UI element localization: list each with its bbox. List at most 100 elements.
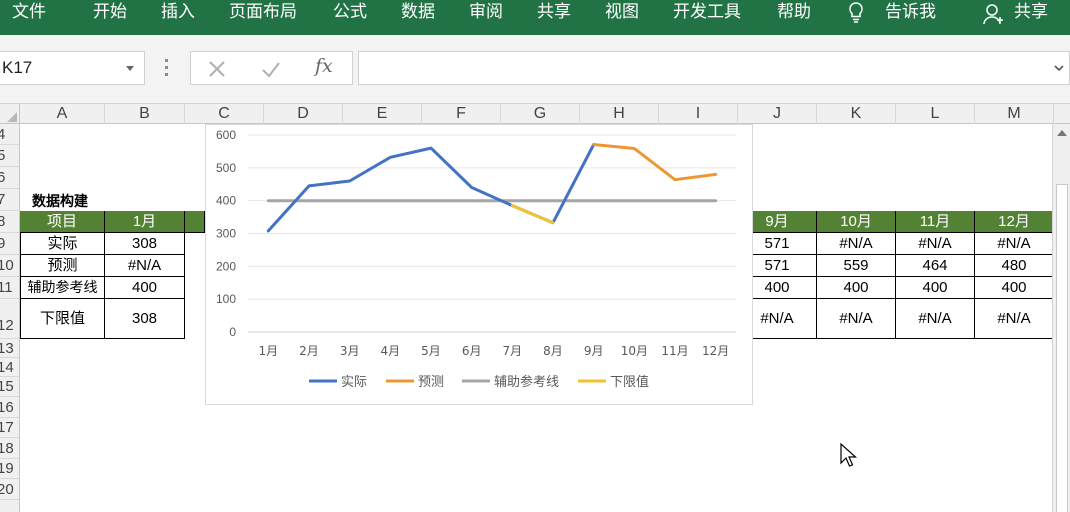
header-cell[interactable] xyxy=(185,211,205,233)
select-all-button[interactable] xyxy=(0,104,20,124)
check-icon[interactable] xyxy=(259,57,283,81)
data-cell[interactable]: #N/A xyxy=(105,255,185,277)
column-header[interactable]: J xyxy=(738,104,817,124)
name-box-value: K17 xyxy=(2,58,33,77)
x-tick-label: 11月 xyxy=(661,344,688,358)
x-tick-label: 4月 xyxy=(381,344,401,358)
insert-function-button[interactable]: fx xyxy=(315,55,339,79)
formula-input[interactable] xyxy=(358,51,1070,85)
y-tick-label: 600 xyxy=(216,128,236,142)
column-header[interactable]: B xyxy=(105,104,185,124)
column-header[interactable]: M xyxy=(975,104,1054,124)
x-tick-label: 7月 xyxy=(503,344,523,358)
y-tick-label: 0 xyxy=(229,325,236,339)
column-header[interactable]: K xyxy=(817,104,896,124)
column-header[interactable]: C xyxy=(185,104,264,124)
data-cell[interactable]: 400 xyxy=(975,277,1052,299)
row-header[interactable]: 16 xyxy=(0,397,19,418)
x-tick-label: 10月 xyxy=(621,344,648,358)
header-cell[interactable]: 11月 xyxy=(896,211,975,233)
row-label-cell[interactable]: 预测 xyxy=(20,255,105,277)
x-tick-label: 2月 xyxy=(299,344,319,358)
data-cell[interactable]: #N/A xyxy=(817,233,896,255)
tab-insert[interactable]: 插入 xyxy=(161,0,195,26)
data-cell[interactable]: #N/A xyxy=(817,299,896,339)
row-label-cell[interactable]: 下限值 xyxy=(20,299,105,339)
tell-me-search[interactable]: 告诉我 xyxy=(885,0,936,26)
column-header[interactable]: G xyxy=(501,104,580,124)
legend-label: 实际 xyxy=(341,375,367,390)
tab-share[interactable]: 共享 xyxy=(537,0,571,26)
formula-buttons: fx xyxy=(190,51,353,85)
header-cell[interactable]: 1月 xyxy=(105,211,185,233)
tab-home[interactable]: 开始 xyxy=(93,0,127,26)
data-cell[interactable]: #N/A xyxy=(975,233,1052,255)
chart-canvas: 0 100 200 300 400 500 600 1月 2月 3月 4月 5月 6月 7月 8月 9月 10月… xyxy=(216,128,736,390)
row-header[interactable]: 17 xyxy=(0,418,19,438)
row-header[interactable]: 20 xyxy=(0,479,19,500)
header-cell[interactable]: 12月 xyxy=(975,211,1052,233)
row-header[interactable]: 5 xyxy=(0,145,19,167)
row-header[interactable]: 8 xyxy=(0,211,19,233)
column-header[interactable]: L xyxy=(896,104,975,124)
name-box[interactable]: K17 xyxy=(0,51,145,85)
row-header[interactable]: 14 xyxy=(0,358,19,377)
tab-developer[interactable]: 开发工具 xyxy=(673,0,741,26)
data-cell[interactable]: 400 xyxy=(105,277,185,299)
header-cell[interactable]: 项目 xyxy=(20,211,105,233)
row-header[interactable]: 18 xyxy=(0,438,19,459)
data-cell[interactable]: 400 xyxy=(817,277,896,299)
line-chart[interactable]: 0 100 200 300 400 500 600 1月 2月 3月 4月 5月 6月 7月 8月 9月 10月… xyxy=(205,124,753,405)
scroll-thumb[interactable] xyxy=(1056,184,1068,512)
header-cell[interactable]: 10月 xyxy=(817,211,896,233)
x-tick-label: 9月 xyxy=(584,344,604,358)
data-cell[interactable]: #N/A xyxy=(896,233,975,255)
chevron-down-icon[interactable] xyxy=(126,66,134,71)
expand-chevron-icon[interactable] xyxy=(1053,62,1065,74)
column-header[interactable]: I xyxy=(659,104,738,124)
row-label-cell[interactable]: 实际 xyxy=(20,233,105,255)
tab-page-layout[interactable]: 页面布局 xyxy=(229,0,297,26)
data-cell[interactable]: 559 xyxy=(817,255,896,277)
tab-file[interactable]: 文件 xyxy=(12,0,46,26)
formula-bar-area: K17 fx xyxy=(0,35,1070,104)
tab-formulas[interactable]: 公式 xyxy=(333,0,367,26)
tab-review[interactable]: 审阅 xyxy=(469,0,503,26)
data-cell[interactable]: 480 xyxy=(975,255,1052,277)
row-header[interactable]: 11 xyxy=(0,277,19,299)
data-cell[interactable]: 308 xyxy=(105,233,185,255)
column-header[interactable]: A xyxy=(20,104,105,124)
close-icon[interactable] xyxy=(205,57,229,81)
scroll-up-icon[interactable] xyxy=(1057,130,1067,136)
tab-data[interactable]: 数据 xyxy=(401,0,435,26)
row-header[interactable]: 9 xyxy=(0,233,19,255)
row-header[interactable]: 13 xyxy=(0,339,19,358)
data-cell[interactable]: #N/A xyxy=(896,299,975,339)
data-cell[interactable]: 464 xyxy=(896,255,975,277)
row-header[interactable]: 19 xyxy=(0,459,19,479)
lightbulb-icon[interactable] xyxy=(846,0,866,26)
row-header[interactable]: 6 xyxy=(0,167,19,189)
legend-label: 辅助参考线 xyxy=(494,374,559,390)
tab-view[interactable]: 视图 xyxy=(605,0,639,26)
drag-handle-icon[interactable] xyxy=(165,59,168,79)
share-button[interactable]: 共享 xyxy=(1014,0,1048,26)
row-label-cell[interactable]: 辅助参考线 xyxy=(20,277,105,299)
column-header[interactable]: H xyxy=(580,104,659,124)
person-add-icon[interactable] xyxy=(983,2,1005,26)
data-cell[interactable]: #N/A xyxy=(975,299,1052,339)
x-tick-label: 6月 xyxy=(462,344,482,358)
row-header[interactable]: 4 xyxy=(0,124,19,145)
data-cell[interactable]: 400 xyxy=(896,277,975,299)
column-header[interactable]: F xyxy=(422,104,501,124)
tab-help[interactable]: 帮助 xyxy=(777,0,811,26)
column-header[interactable]: E xyxy=(343,104,422,124)
vertical-scrollbar[interactable] xyxy=(1052,124,1070,512)
row-header[interactable]: 10 xyxy=(0,255,19,277)
row-header[interactable]: 12 xyxy=(0,299,19,339)
y-tick-label: 400 xyxy=(216,194,236,208)
data-cell[interactable]: 308 xyxy=(105,299,185,339)
row-header[interactable]: 15 xyxy=(0,377,19,397)
column-header[interactable]: D xyxy=(264,104,343,124)
row-header[interactable]: 7 xyxy=(0,189,19,211)
